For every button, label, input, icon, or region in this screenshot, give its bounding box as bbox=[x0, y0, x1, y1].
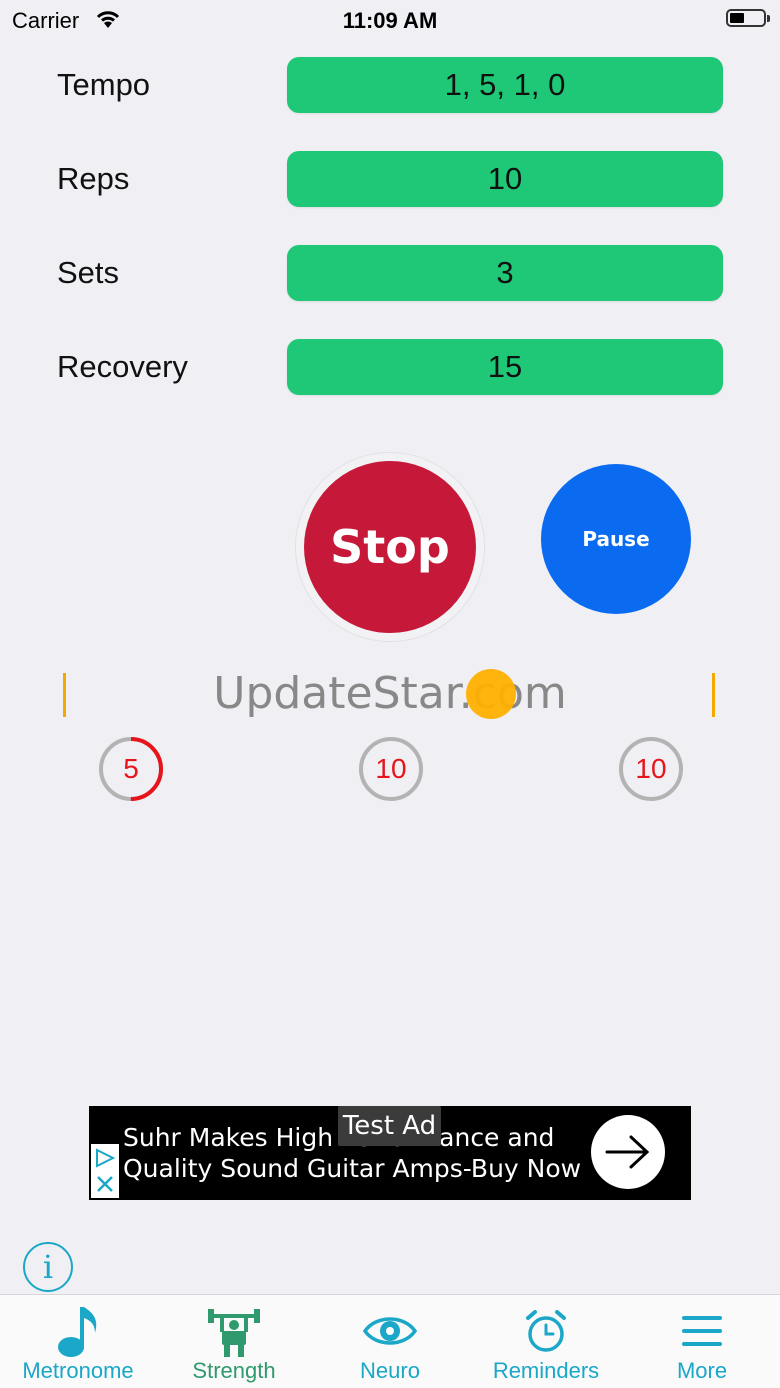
tab-strength-label: Strength bbox=[192, 1358, 276, 1383]
tab-reminders-label: Reminders bbox=[492, 1358, 600, 1383]
tab-metronome[interactable]: Metronome bbox=[0, 1295, 156, 1388]
weightlifter-icon bbox=[156, 1303, 312, 1359]
menu-icon bbox=[624, 1303, 780, 1359]
eye-icon bbox=[312, 1303, 468, 1359]
tab-more[interactable]: More bbox=[624, 1295, 780, 1388]
stop-button[interactable]: Stop bbox=[304, 461, 476, 633]
tempo-counter-value: 5 bbox=[123, 753, 139, 784]
tab-strength[interactable]: Strength bbox=[156, 1295, 312, 1388]
tab-neuro[interactable]: Neuro bbox=[312, 1295, 468, 1388]
alarm-clock-icon bbox=[468, 1303, 624, 1359]
beat-indicator-dot bbox=[466, 669, 516, 719]
info-button[interactable]: i bbox=[23, 1242, 73, 1292]
recovery-field[interactable]: 15 bbox=[287, 339, 723, 395]
test-ad-badge: Test Ad bbox=[338, 1106, 441, 1146]
ad-choices-icon[interactable] bbox=[91, 1144, 119, 1198]
arrow-right-icon bbox=[605, 1135, 650, 1169]
sets-counter-value: 10 bbox=[635, 753, 667, 784]
tab-bar: Metronome Strength Neuro Reminders More bbox=[0, 1294, 780, 1388]
pause-button[interactable]: Pause bbox=[541, 464, 691, 614]
tab-more-label: More bbox=[676, 1358, 728, 1383]
sets-counter: 10 bbox=[618, 736, 684, 802]
reps-label: Reps bbox=[57, 161, 130, 196]
tab-metronome-label: Metronome bbox=[22, 1358, 134, 1383]
reps-field[interactable]: 10 bbox=[287, 151, 723, 207]
tempo-label: Tempo bbox=[57, 67, 151, 102]
reps-counter: 10 bbox=[358, 736, 424, 802]
battery-icon bbox=[726, 9, 770, 27]
status-bar: Carrier 11:09 AM bbox=[0, 0, 780, 40]
watermark-text: UpdateStar.com bbox=[213, 668, 567, 719]
recovery-label: Recovery bbox=[57, 349, 188, 384]
sets-field[interactable]: 3 bbox=[287, 245, 723, 301]
tempo-counter: 5 bbox=[98, 736, 164, 802]
sets-label: Sets bbox=[57, 255, 120, 290]
status-time: 11:09 AM bbox=[342, 8, 438, 33]
ad-line-2: Quality Sound Guitar Amps-Buy Now bbox=[123, 1154, 582, 1183]
tab-neuro-label: Neuro bbox=[360, 1358, 420, 1383]
tab-reminders[interactable]: Reminders bbox=[468, 1295, 624, 1388]
ad-arrow-button[interactable] bbox=[591, 1115, 665, 1189]
reps-counter-value: 10 bbox=[375, 753, 407, 784]
tempo-field[interactable]: 1, 5, 1, 0 bbox=[287, 57, 723, 113]
music-note-icon bbox=[0, 1303, 156, 1359]
